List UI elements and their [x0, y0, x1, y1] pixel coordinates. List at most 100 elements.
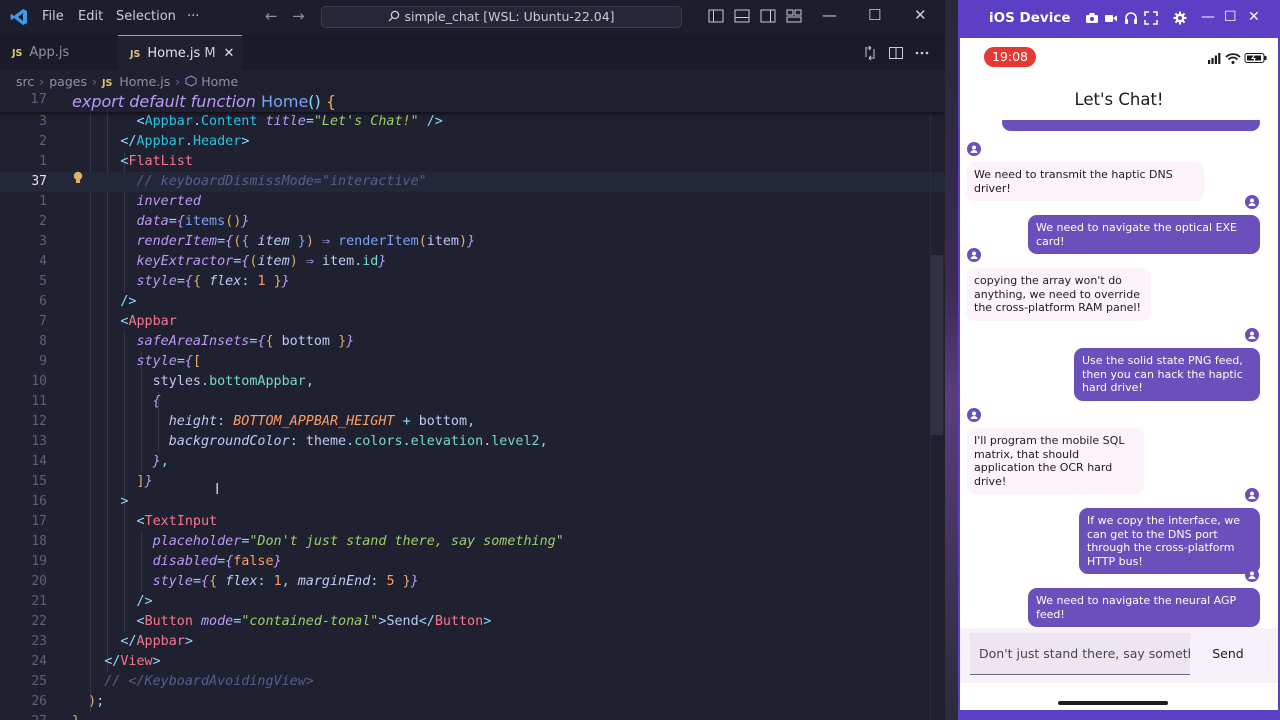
- line-number: 1: [39, 194, 47, 209]
- breadcrumb-pages[interactable]: pages: [49, 74, 87, 89]
- line-number: 17: [30, 92, 47, 107]
- close-icon[interactable]: ✕: [1248, 9, 1260, 25]
- ios-window-frame: [958, 710, 1280, 720]
- code-text: style={{ flex: 1, marginEnd: 5 }}: [152, 574, 419, 589]
- minimize-icon[interactable]: —: [822, 6, 837, 24]
- line-number: 4: [39, 254, 47, 269]
- line-number: 6: [39, 294, 47, 309]
- maximize-icon[interactable]: ☐: [868, 6, 881, 24]
- tab-label: App.js: [29, 45, 70, 60]
- line-number: 25: [31, 674, 47, 689]
- code-text: keyExtractor={(item) ⇒ item.id}: [136, 254, 387, 269]
- more-actions-icon[interactable]: [914, 45, 930, 61]
- message-bubble-partial: [1002, 120, 1260, 131]
- message-bubble-incoming: We need to transmit the haptic DNS drive…: [966, 162, 1204, 201]
- tab-app-js[interactable]: JS App.js: [0, 35, 118, 70]
- code-line-current: 37 // keyboardDismissMode="interactive": [0, 172, 945, 192]
- battery-icon: [1244, 53, 1267, 63]
- avatar-icon: [967, 142, 981, 156]
- code-line: 17 <TextInput: [0, 512, 945, 532]
- message-input[interactable]: Don't just stand there, say someth: [970, 633, 1190, 675]
- ios-window-frame: [958, 38, 960, 710]
- code-line: 25 // </KeyboardAvoidingView>: [0, 672, 945, 692]
- compare-changes-icon[interactable]: [862, 45, 878, 61]
- code-line: 13 backgroundColor: theme.colors.elevati…: [0, 432, 945, 452]
- avatar-icon: [1245, 195, 1259, 209]
- code-text: <Appbar: [120, 314, 177, 329]
- code-line: 7 <Appbar: [0, 312, 945, 332]
- line-number: 15: [31, 474, 47, 489]
- close-icon[interactable]: ✕: [914, 6, 927, 24]
- minimize-icon[interactable]: —: [1201, 9, 1215, 25]
- fullscreen-icon[interactable]: [1144, 11, 1158, 25]
- code-line: 11 {: [0, 392, 945, 412]
- code-line: 15 ]}: [0, 472, 945, 492]
- line-number: 18: [31, 534, 47, 549]
- code-text: renderItem={({ item }) ⇒ renderItem(item…: [136, 234, 476, 249]
- line-number: 27: [0, 712, 47, 720]
- sticky-scroll-line[interactable]: 17 export default function Home() {: [0, 92, 945, 112]
- code-text: // </KeyboardAvoidingView>: [104, 674, 314, 689]
- line-number: 8: [39, 334, 47, 349]
- code-line: 19 disabled={false}: [0, 552, 945, 572]
- menu-more[interactable]: ···: [187, 9, 199, 24]
- message-bubble-incoming: I'll program the mobile SQL matrix, that…: [966, 428, 1144, 494]
- search-icon: [388, 10, 400, 22]
- menu-edit[interactable]: Edit: [78, 9, 103, 24]
- toggle-panel-icon[interactable]: [734, 9, 750, 23]
- code-text: <Button mode="contained-tonal">Send</But…: [136, 614, 492, 629]
- code-line: 22 <Button mode="contained-tonal">Send</…: [0, 612, 945, 632]
- split-editor-icon[interactable]: [888, 45, 904, 61]
- line-number: 2: [39, 214, 47, 229]
- line-number: 14: [31, 454, 47, 469]
- line-number: 10: [31, 374, 47, 389]
- code-text: placeholder="Don't just stand there, say…: [152, 534, 564, 549]
- breadcrumb-file[interactable]: Home.js: [119, 74, 170, 89]
- toggle-secondary-sidebar-icon[interactable]: [760, 9, 776, 23]
- maximize-icon[interactable]: ☐: [1224, 9, 1237, 25]
- line-number: 3: [39, 234, 47, 249]
- breadcrumb-symbol[interactable]: Home: [201, 74, 238, 89]
- code-line: 14 },: [0, 452, 945, 472]
- menu-file[interactable]: File: [42, 9, 64, 24]
- chat-header-title: Let's Chat!: [1074, 90, 1164, 109]
- command-center-label: simple_chat [WSL: Ubuntu-22.04]: [404, 9, 615, 24]
- code-editor[interactable]: 3 <Appbar.Content title="Let's Chat!" />…: [0, 92, 945, 720]
- send-button[interactable]: Send: [1196, 638, 1260, 670]
- tab-close-icon[interactable]: ✕: [224, 46, 235, 61]
- home-indicator[interactable]: [1058, 701, 1168, 705]
- toggle-sidebar-icon[interactable]: [708, 9, 724, 23]
- command-center[interactable]: simple_chat [WSL: Ubuntu-22.04]: [321, 6, 682, 28]
- code-text: style={{ flex: 1 }}: [136, 274, 290, 289]
- gear-icon[interactable]: [1173, 11, 1187, 25]
- breadcrumb-src[interactable]: src: [16, 74, 34, 89]
- menu-selection[interactable]: Selection: [116, 9, 176, 24]
- code-line: 20 style={{ flex: 1, marginEnd: 5 }}: [0, 572, 945, 592]
- line-number: 9: [39, 354, 47, 369]
- lightbulb-icon[interactable]: [72, 171, 84, 185]
- code-line: 3 renderItem={({ item }) ⇒ renderItem(it…: [0, 232, 945, 252]
- avatar-icon: [967, 248, 981, 262]
- message-bubble-outgoing: We need to navigate the optical EXE card…: [1028, 215, 1260, 254]
- message-bubble-outgoing: Use the solid state PNG feed, then you c…: [1074, 348, 1260, 401]
- line-number: 13: [31, 434, 47, 449]
- code-line: 8 safeAreaInsets={{ bottom }}: [0, 332, 945, 352]
- line-number: 26: [31, 694, 47, 709]
- editor-scrollbar-thumb[interactable]: [931, 255, 943, 435]
- status-time: 19:08: [984, 47, 1036, 67]
- tab-home-js[interactable]: JS Home.js M ✕: [118, 35, 242, 70]
- back-arrow-icon[interactable]: ←: [265, 7, 278, 25]
- code-line: 23 </Appbar>: [0, 632, 945, 652]
- headphones-icon[interactable]: [1124, 11, 1138, 25]
- line-number: 2: [39, 134, 47, 149]
- video-icon[interactable]: [1104, 11, 1118, 25]
- message-bubble-incoming: copying the array won't do anything, we …: [966, 268, 1151, 321]
- modified-indicator: M: [204, 46, 216, 61]
- forward-arrow-icon[interactable]: →: [292, 7, 305, 25]
- line-number: 22: [31, 614, 47, 629]
- camera-icon[interactable]: [1085, 11, 1099, 25]
- line-number: 37: [31, 174, 47, 189]
- chat-message-list[interactable]: We need to transmit the haptic DNS drive…: [958, 120, 1280, 628]
- code-text: {: [152, 394, 161, 409]
- customize-layout-icon[interactable]: [786, 9, 802, 23]
